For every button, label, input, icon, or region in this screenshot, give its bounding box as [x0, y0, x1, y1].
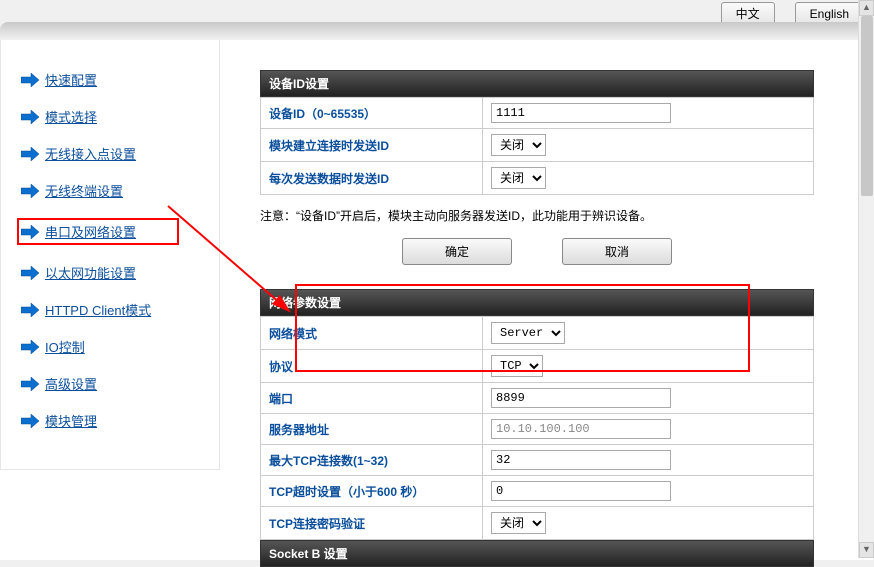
label-tcp-timeout: TCP超时设置（小于600 秒）: [261, 476, 483, 507]
sidebar-item-sta-settings[interactable]: 无线终端设置: [21, 181, 219, 200]
max-tcp-input[interactable]: [491, 450, 671, 470]
send-id-connect-select[interactable]: 关闭: [491, 134, 546, 156]
sidebar-item-ap-settings[interactable]: 无线接入点设置: [21, 144, 219, 163]
sidebar-link-label: 无线接入点设置: [45, 144, 136, 163]
label-max-tcp: 最大TCP连接数(1~32): [261, 445, 483, 476]
device-id-note: 注意：“设备ID”开启后，模块主动向服务器发送ID，此功能用于辨识设备。: [260, 207, 814, 224]
scrollbar-thumb[interactable]: [861, 16, 873, 196]
sidebar-item-ethernet[interactable]: 以太网功能设置: [21, 263, 219, 282]
arrow-right-icon: [21, 377, 39, 391]
tcp-timeout-input[interactable]: [491, 481, 671, 501]
label-proto: 协议: [261, 350, 483, 383]
sidebar-link-label: IO控制: [45, 337, 85, 356]
sidebar-item-advanced[interactable]: 高级设置: [21, 374, 219, 393]
sidebar-link-label: 模式选择: [45, 107, 97, 126]
arrow-right-icon: [21, 73, 39, 87]
server-addr-input: [491, 419, 671, 439]
device-id-table: 设备ID（0~65535） 模块建立连接时发送ID 关闭 每次发送数据时发送ID…: [260, 97, 814, 195]
label-tcp-pwd: TCP连接密码验证: [261, 507, 483, 540]
label-send-id-each: 每次发送数据时发送ID: [261, 162, 483, 195]
arrow-right-icon: [21, 303, 39, 317]
label-send-id-connect: 模块建立连接时发送ID: [261, 129, 483, 162]
label-server-addr: 服务器地址: [261, 414, 483, 445]
cancel-button[interactable]: 取消: [562, 238, 672, 265]
section-title-socket-b: Socket B 设置: [260, 540, 814, 567]
section-title-network: 网络参数设置: [260, 289, 814, 316]
sidebar-link-label: 模块管理: [45, 411, 97, 430]
vertical-scrollbar[interactable]: ▲ ▼: [858, 0, 874, 558]
sidebar-link-label: HTTPD Client模式: [45, 300, 151, 319]
arrow-right-icon: [21, 184, 39, 198]
sidebar-item-mode-select[interactable]: 模式选择: [21, 107, 219, 126]
send-id-each-select[interactable]: 关闭: [491, 167, 546, 189]
sidebar: 快速配置 模式选择 无线接入点设置 无线终端设置 串口及网络设置 以太网功能设置…: [0, 40, 220, 470]
arrow-right-icon: [21, 225, 39, 239]
port-input[interactable]: [491, 388, 671, 408]
network-table: 网络模式 Server 协议 TCP 端口 服务器地址 最大TCP连接数(1~3…: [260, 316, 814, 540]
sidebar-item-httpd-client[interactable]: HTTPD Client模式: [21, 300, 219, 319]
sidebar-item-module-manage[interactable]: 模块管理: [21, 411, 219, 430]
label-device-id: 设备ID（0~65535）: [261, 98, 483, 129]
sidebar-link-label: 无线终端设置: [45, 181, 123, 200]
scrollbar-up-button[interactable]: ▲: [859, 0, 874, 16]
content-area: 设备ID设置 设备ID（0~65535） 模块建立连接时发送ID 关闭 每次发送…: [220, 40, 874, 560]
sidebar-item-quick-config[interactable]: 快速配置: [21, 70, 219, 89]
sidebar-link-label: 高级设置: [45, 374, 97, 393]
arrow-right-icon: [21, 110, 39, 124]
sidebar-link-label: 快速配置: [45, 70, 97, 89]
section-title-device-id: 设备ID设置: [260, 70, 814, 97]
sidebar-link-label: 以太网功能设置: [45, 263, 136, 282]
proto-select[interactable]: TCP: [491, 355, 543, 377]
device-id-input[interactable]: [491, 103, 671, 123]
label-net-mode: 网络模式: [261, 317, 483, 350]
ok-button[interactable]: 确定: [402, 238, 512, 265]
arrow-right-icon: [21, 414, 39, 428]
net-mode-select[interactable]: Server: [491, 322, 565, 344]
scrollbar-down-button[interactable]: ▼: [859, 542, 874, 558]
sidebar-item-io-control[interactable]: IO控制: [21, 337, 219, 356]
label-port: 端口: [261, 383, 483, 414]
arrow-right-icon: [21, 266, 39, 280]
sidebar-item-serial-network[interactable]: 串口及网络设置: [17, 218, 179, 245]
tcp-pwd-select[interactable]: 关闭: [491, 512, 546, 534]
sidebar-link-label: 串口及网络设置: [45, 222, 136, 241]
arrow-right-icon: [21, 147, 39, 161]
arrow-right-icon: [21, 340, 39, 354]
